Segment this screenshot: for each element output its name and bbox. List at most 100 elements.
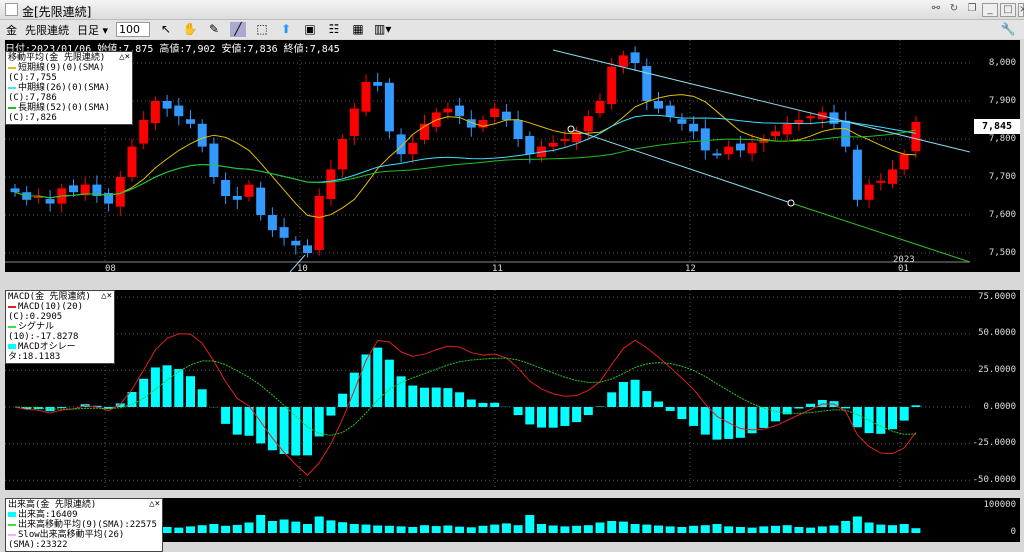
ma-legend: 移動平均(金 先限連続)△× 短期線(9)(0)(SMA)(C):7,755 中… <box>5 51 133 125</box>
cursor-box-icon[interactable]: ⬚ <box>254 22 270 37</box>
candle-body <box>291 241 300 246</box>
oscillator-bar <box>853 407 862 427</box>
minimize-button[interactable]: _ <box>982 3 998 17</box>
macd-line <box>15 334 916 476</box>
title-bar: 金[先限連続] ⚯ ↻ ❐ _ □ × <box>0 0 1024 20</box>
price-chart-pane[interactable]: 08101112012023 <box>5 40 970 272</box>
date-label: 08 <box>105 264 116 272</box>
oscillator-bar <box>291 407 300 455</box>
close-button[interactable]: × <box>1018 3 1024 17</box>
volume-bar <box>841 521 850 533</box>
candle-body <box>256 188 265 215</box>
oscillator-bar <box>408 386 417 407</box>
candle-body <box>233 196 242 200</box>
oscillator-bar <box>245 407 254 436</box>
oscillator-bar <box>326 407 335 416</box>
legend-close-icon[interactable]: △× <box>119 52 130 62</box>
oscillator-bar <box>666 407 675 411</box>
candle-body <box>268 215 277 230</box>
volume-bar <box>888 525 897 533</box>
price-tick: 7,900 <box>989 96 1016 106</box>
oscillator-bar <box>198 389 207 407</box>
oscillator-bar <box>163 365 172 407</box>
oscillator-bar <box>677 407 686 419</box>
oscillator-bar <box>689 407 698 426</box>
refresh-icon[interactable]: ↻ <box>946 3 962 17</box>
oscillator-bar <box>759 407 768 428</box>
candle-body <box>701 128 710 150</box>
candle-body <box>642 66 651 101</box>
oscillator-bar <box>467 400 476 407</box>
volume-bar <box>373 526 382 534</box>
maximize-button[interactable]: □ <box>1000 3 1016 17</box>
volume-bar <box>362 525 371 533</box>
candle-body <box>525 136 534 154</box>
copy-icon[interactable]: ❐ <box>964 3 980 17</box>
volume-bar <box>631 524 640 533</box>
volume-bar <box>245 523 254 534</box>
volume-axis: 100000 0 <box>970 498 1020 542</box>
wrench-icon[interactable]: 🔧 <box>1000 22 1016 37</box>
date-label: 12 <box>685 264 696 272</box>
candle-body <box>560 139 569 141</box>
volume-bar <box>163 527 172 533</box>
candle-body <box>139 120 148 144</box>
price-axis: 8,000 7,900 7,800 7,700 7,600 7,500 7,84… <box>970 40 1020 272</box>
symbol-select[interactable]: 金 <box>6 22 17 38</box>
year-label: 2023 <box>893 255 915 265</box>
oscillator-bar <box>631 380 640 407</box>
candle-body <box>748 143 757 154</box>
volume-bar <box>560 526 569 533</box>
volume-bar <box>783 525 792 533</box>
candle-body <box>666 106 675 117</box>
candle-body <box>677 119 686 124</box>
line-tool-icon[interactable]: ╱ <box>230 22 246 37</box>
oscillator-bar <box>432 388 441 407</box>
volume-bar <box>174 528 183 533</box>
oscillator-bar <box>701 407 710 435</box>
link-icon[interactable]: ⚯ <box>928 3 944 17</box>
pencil-tool-icon[interactable]: ✎ <box>206 22 222 37</box>
oscillator-bar <box>607 392 616 407</box>
volume-bar <box>748 528 757 533</box>
candle-body <box>198 124 207 147</box>
volume-bar <box>432 526 441 533</box>
macd-line-value: MACD(10)(20)(C):0.2905 <box>8 302 83 322</box>
macd-tick: 25.0000 <box>978 365 1016 375</box>
legend-close-icon[interactable]: △× <box>149 499 160 509</box>
volume-bar <box>514 525 523 533</box>
candle-body <box>911 122 920 151</box>
volume-bar <box>607 521 616 533</box>
candle-body <box>397 134 406 154</box>
contract-select[interactable]: 先限連続 <box>25 22 69 38</box>
oscillator-bar <box>900 407 909 421</box>
count-stepper[interactable]: 100 <box>116 22 150 37</box>
oscillator-bar <box>174 369 183 407</box>
price-tick: 7,600 <box>989 210 1016 220</box>
candle-body <box>502 112 511 120</box>
volume-bar <box>338 522 347 533</box>
legend-close-icon[interactable]: △× <box>101 291 112 301</box>
macd-pane[interactable] <box>5 290 970 490</box>
oscillator-bar <box>443 388 452 407</box>
up-circle-icon[interactable]: ⬆ <box>278 22 294 37</box>
window-title: 金[先限連続] <box>22 3 91 20</box>
volume-bar <box>771 526 780 533</box>
volume-bar <box>794 527 803 533</box>
grid-icon[interactable]: ☷ <box>326 22 342 37</box>
candle-body <box>326 169 335 199</box>
oscillator-bar <box>490 403 499 407</box>
volume-bar <box>186 526 195 533</box>
chart-settings-icon[interactable]: ▣ <box>302 22 318 37</box>
candle-body <box>888 169 897 183</box>
price-chart: 08101112012023 <box>5 40 970 272</box>
period-dropdown[interactable]: 日足 ▾ <box>77 22 108 38</box>
oscillator-bar <box>233 407 242 435</box>
candle-body <box>128 147 137 177</box>
table-icon[interactable]: ▦ <box>350 22 366 37</box>
candle-body <box>853 150 862 200</box>
hand-tool-icon[interactable]: ✋ <box>182 22 198 37</box>
bar-chart-icon[interactable]: ▥▾ <box>374 22 390 37</box>
pointer-tool-icon[interactable]: ↖ <box>158 22 174 37</box>
volume-tick: 100000 <box>983 500 1016 510</box>
